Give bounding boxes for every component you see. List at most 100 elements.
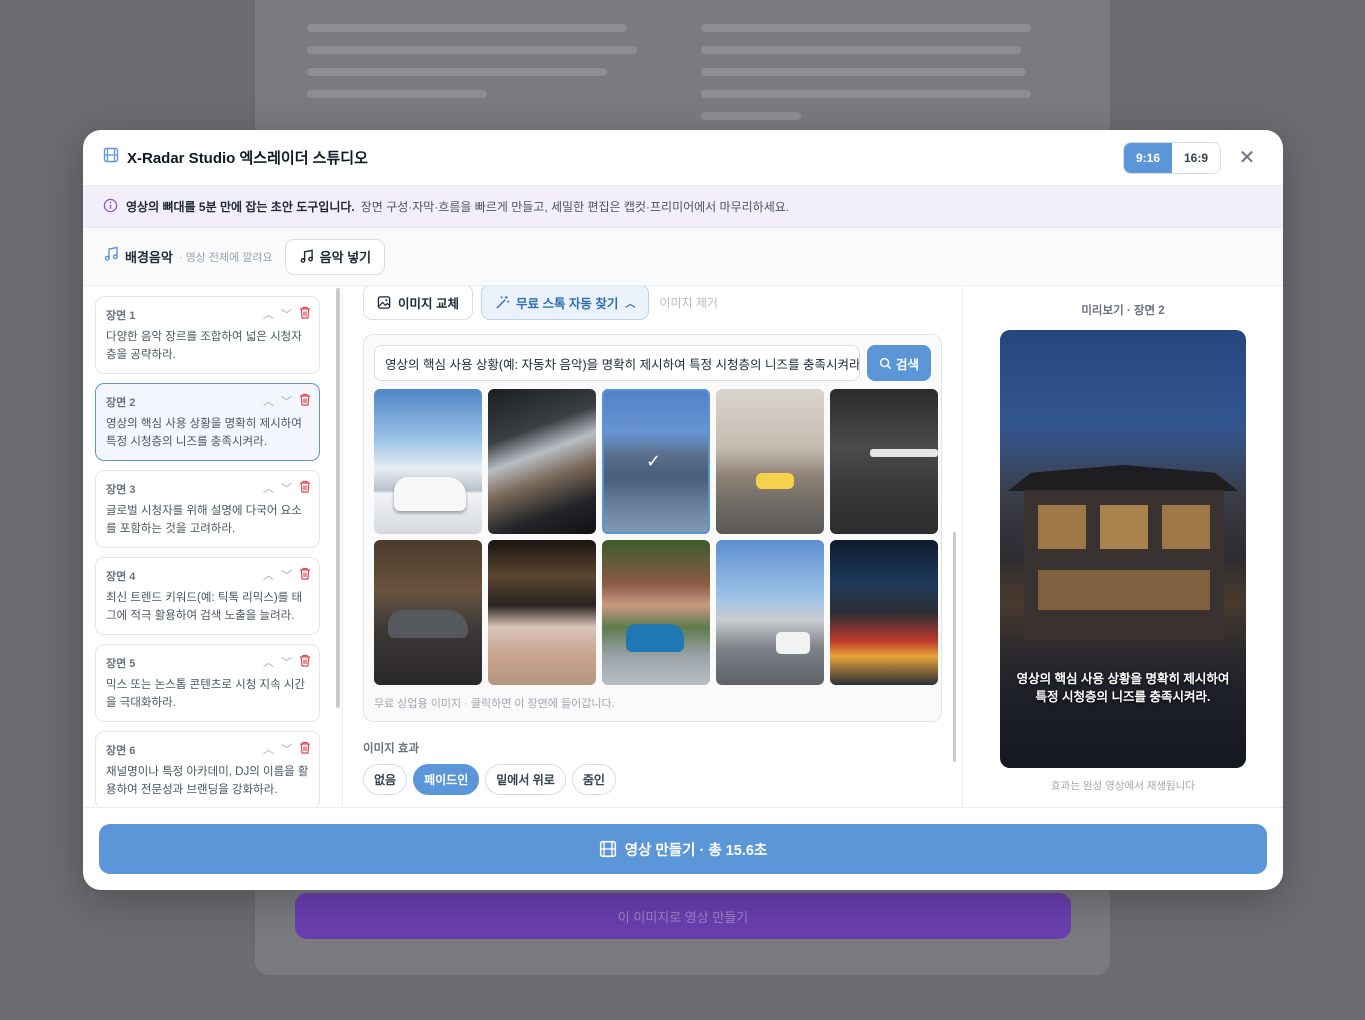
modal-title: X-Radar Studio 엑스레이더 스튜디오	[127, 150, 368, 167]
replace-image-label: 이미지 교체	[398, 296, 459, 311]
music-sub: · 영상 전체에 깔려요	[178, 251, 273, 264]
scene-card[interactable]: 장면 1 ︿ ﹀ 다양한 음악 장르를 조합하여 넓은 시청자층을 공략하라.	[95, 296, 320, 374]
scene-editor: 이미지 교체 무료 스톡 자동 찾기 ︿ 이미지 제거 영상의 핵심 사용 상황…	[343, 286, 963, 807]
editor-scrollbar[interactable]	[953, 532, 956, 762]
scene-card[interactable]: 장면 2 ︿ ﹀ 영상의 핵심 사용 상황을 명확히 제시하여 특정 시청층의 니…	[95, 383, 320, 461]
background-text-left	[307, 10, 647, 112]
move-up-icon[interactable]: ︿	[263, 480, 274, 496]
stock-thumb-blue-suv-street[interactable]	[602, 540, 710, 685]
checkmark-icon: ✓	[646, 451, 662, 471]
image-edit-icon	[377, 295, 391, 309]
stock-image-grid: ✓	[374, 389, 938, 685]
move-up-icon[interactable]: ︿	[263, 654, 274, 670]
notice-strong: 영상의 뼈대를 5분 만에 잡는 초안 도구입니다.	[126, 200, 355, 214]
stock-search-panel: 영상의 핵심 사용 상황(예: 자동차 음악)을 명확히 제시하여 특정 시청층…	[363, 334, 942, 722]
scene-card[interactable]: 장면 5 ︿ ﹀ 믹스 또는 논스톱 콘텐츠로 시청 지속 시간을 극대화하라.	[95, 644, 320, 722]
preview-title: 미리보기 · 장면 2	[1081, 305, 1165, 317]
background-music-bar: 배경음악 · 영상 전체에 깔려요 음악 넣기	[83, 228, 1283, 286]
add-music-button[interactable]: 음악 넣기	[284, 238, 386, 275]
film-icon	[599, 840, 616, 858]
background-create-button: 이 이미지로 영상 만들기	[295, 893, 1071, 939]
modal-footer: 영상 만들기 · 총 15.6초	[83, 807, 1283, 890]
effect-zoom-in-chip[interactable]: 줌인	[571, 764, 616, 795]
image-toolbar: 이미지 교체 무료 스톡 자동 찾기 ︿ 이미지 제거	[363, 286, 942, 320]
move-down-icon[interactable]: ﹀	[281, 654, 292, 670]
scene-text: 영상의 핵심 사용 상황을 명확히 제시하여 특정 시청층의 니즈를 충족시켜라…	[106, 418, 302, 448]
music-note-icon	[103, 246, 119, 267]
stock-thumb-hanok-building[interactable]: ✓	[602, 389, 710, 534]
replace-image-button[interactable]: 이미지 교체	[363, 286, 473, 320]
stock-thumb-car-interior[interactable]	[488, 389, 596, 534]
magic-wand-icon	[496, 295, 510, 309]
stock-footnote: 무료 상업용 이미지 · 클릭하면 이 장면에 들어갑니다.	[374, 698, 615, 710]
stock-thumb-dark-garage-car[interactable]	[830, 389, 938, 534]
effect-slide-up-chip[interactable]: 밑에서 위로	[485, 764, 566, 795]
search-button-label: 검색	[895, 357, 919, 372]
move-up-icon[interactable]: ︿	[263, 567, 274, 583]
modal-header: X-Radar Studio 엑스레이더 스튜디오 9:16 16:9 ✕	[83, 130, 1283, 186]
ratio-16-9-button[interactable]: 16:9	[1172, 143, 1220, 173]
stock-thumb-city-taxi[interactable]	[716, 389, 824, 534]
create-video-label: 영상 만들기 · 총 15.6초	[624, 842, 768, 859]
effects-label: 이미지 효과	[363, 743, 420, 755]
stock-thumb-night-traffic[interactable]	[830, 540, 938, 685]
effect-none-chip[interactable]: 없음	[363, 764, 408, 795]
create-video-button[interactable]: 영상 만들기 · 총 15.6초	[99, 824, 1267, 874]
move-down-icon[interactable]: ﹀	[281, 567, 292, 583]
scene-card[interactable]: 장면 3 ︿ ﹀ 글로벌 시청자를 위해 설명에 다국어 요소를 포함하는 것을 …	[95, 470, 320, 548]
move-down-icon[interactable]: ﹀	[281, 741, 292, 757]
move-down-icon[interactable]: ﹀	[281, 393, 292, 409]
search-icon	[879, 357, 892, 369]
stock-thumb-night-coupe[interactable]	[374, 540, 482, 685]
scene-list: 장면 1 ︿ ﹀ 다양한 음악 장르를 조합하여 넓은 시청자층을 공략하라. 장…	[83, 286, 343, 807]
remove-image-link[interactable]: 이미지 제거	[659, 294, 718, 311]
music-label: 배경음악	[125, 250, 173, 265]
move-up-icon[interactable]: ︿	[263, 393, 274, 409]
auto-stock-label: 무료 스톡 자동 찾기	[515, 296, 619, 311]
trash-icon[interactable]	[299, 480, 311, 496]
aspect-ratio-toggle: 9:16 16:9	[1123, 141, 1221, 174]
preview-panel: 미리보기 · 장면 2 영상의 핵심 사용 상황을 명확히 제시하여 특정 시청…	[963, 286, 1283, 807]
preview-note: 효과는 완성 영상에서 재생됩니다	[1051, 780, 1195, 792]
stock-thumb-intersection[interactable]	[716, 540, 824, 685]
trash-icon[interactable]	[299, 567, 311, 583]
auto-stock-button[interactable]: 무료 스톡 자동 찾기 ︿	[480, 286, 650, 320]
add-music-label: 음악 넣기	[319, 250, 372, 265]
scene-text: 채널명이나 특정 아카데미, DJ의 이름을 활용하여 전문성과 브랜딩을 강화…	[106, 766, 309, 796]
scene-text: 다양한 음악 장르를 조합하여 넓은 시청자층을 공략하라.	[106, 331, 302, 361]
chevron-up-icon: ︿	[625, 298, 636, 310]
caption-line-2: 특정 시청층의 니즈를 충족시켜라.	[1035, 690, 1211, 705]
editor-body: 장면 1 ︿ ﹀ 다양한 음악 장르를 조합하여 넓은 시청자층을 공략하라. 장…	[83, 286, 1283, 807]
info-icon	[103, 198, 118, 216]
trash-icon[interactable]	[299, 741, 311, 757]
scene-list-scrollbar[interactable]	[336, 288, 340, 708]
effect-fade-in-chip[interactable]: 페이드인	[413, 764, 480, 795]
caption-line-1: 영상의 핵심 사용 상황을 명확히 제시하여	[1016, 672, 1230, 686]
background-text-right	[701, 10, 1041, 134]
move-up-icon[interactable]: ︿	[263, 741, 274, 757]
scene-text: 믹스 또는 논스톱 콘텐츠로 시청 지속 시간을 극대화하라.	[106, 679, 306, 709]
close-icon[interactable]: ✕	[1231, 142, 1263, 174]
studio-modal: X-Radar Studio 엑스레이더 스튜디오 9:16 16:9 ✕ 영상…	[83, 130, 1283, 890]
move-down-icon[interactable]: ﹀	[281, 306, 292, 322]
image-effects: 없음 페이드인 밑에서 위로 줌인	[363, 764, 942, 795]
stock-thumb-woman-car[interactable]	[488, 540, 596, 685]
scene-card[interactable]: 장면 6 ︿ ﹀ 채널명이나 특정 아카데미, DJ의 이름을 활용하여 전문성과…	[95, 731, 320, 807]
stock-thumb-white-suv-sky[interactable]	[374, 389, 482, 534]
info-notice: 영상의 뼈대를 5분 만에 잡는 초안 도구입니다. 장면 구성·자막·흐름을 …	[83, 186, 1283, 228]
scene-text: 글로벌 시청자를 위해 설명에 다국어 요소를 포함하는 것을 고려하라.	[106, 505, 302, 535]
notice-text: 장면 구성·자막·흐름을 빠르게 만들고, 세밀한 편집은 캡컷·프리미어에서 …	[360, 200, 790, 214]
move-down-icon[interactable]: ﹀	[281, 480, 292, 496]
trash-icon[interactable]	[299, 654, 311, 670]
search-button[interactable]: 검색	[867, 345, 931, 381]
trash-icon[interactable]	[299, 306, 311, 322]
preview-caption: 영상의 핵심 사용 상황을 명확히 제시하여 특정 시청층의 니즈를 충족시켜라…	[1000, 670, 1246, 706]
scene-text: 최신 트렌드 키워드(예: 틱톡 리믹스)를 태그에 적극 활용하여 검색 노출…	[106, 592, 303, 622]
ratio-9-16-button[interactable]: 9:16	[1124, 142, 1172, 173]
film-icon	[103, 147, 119, 168]
trash-icon[interactable]	[299, 393, 311, 409]
music-note-icon	[300, 249, 313, 263]
move-up-icon[interactable]: ︿	[263, 306, 274, 322]
scene-card[interactable]: 장면 4 ︿ ﹀ 최신 트렌드 키워드(예: 틱톡 리믹스)를 태그에 적극 활용…	[95, 557, 320, 635]
stock-search-input[interactable]: 영상의 핵심 사용 상황(예: 자동차 음악)을 명확히 제시하여 특정 시청층…	[374, 345, 860, 381]
